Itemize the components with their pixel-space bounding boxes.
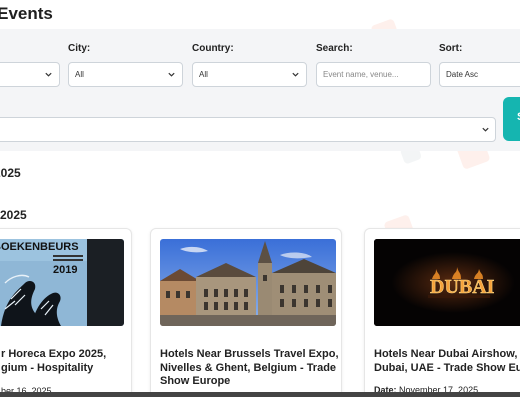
event-title-line: Show Europe xyxy=(160,375,231,387)
event-title[interactable]: r Horeca Expo 2025, gium - Hospitality xyxy=(1,348,131,375)
event-card[interactable]: BOEKENBEURS 2019 r Horeca Expo 2025, giu… xyxy=(0,228,132,397)
svg-text:BOEKENBEURS: BOEKENBEURS xyxy=(0,241,79,253)
search-placeholder: Event name, venue... xyxy=(323,70,399,79)
sort-select-value: Date Asc xyxy=(446,70,479,79)
country-select[interactable]: All xyxy=(192,62,307,87)
chevron-down-icon xyxy=(292,72,299,77)
country-label: Country: xyxy=(192,43,234,54)
dubai-fire-image: DUBAI xyxy=(374,239,520,326)
svg-text:DUBAI: DUBAI xyxy=(430,276,495,298)
city-select-value: All xyxy=(75,70,84,79)
city-label: City: xyxy=(68,43,91,54)
events-page: g Events City: All Country: All Search: … xyxy=(0,0,520,397)
chevron-down-icon xyxy=(168,72,175,77)
sort-label: Sort: xyxy=(439,43,463,54)
search-input[interactable]: Event name, venue... xyxy=(316,62,431,87)
event-title-line: Hotels Near Brussels Travel Expo, xyxy=(160,348,339,360)
city-select[interactable]: All xyxy=(68,62,183,87)
event-title-line: Hotels Near Dubai Airshow, xyxy=(374,348,518,360)
search-label: Search: xyxy=(316,43,353,54)
country-select-value: All xyxy=(199,70,208,79)
event-title[interactable]: Hotels Near Brussels Travel Expo, Nivell… xyxy=(160,348,341,389)
category-select[interactable] xyxy=(0,117,496,142)
chevron-down-icon xyxy=(45,72,52,77)
event-title[interactable]: Hotels Near Dubai Airshow, Dubai, UAE - … xyxy=(374,348,520,375)
event-card[interactable]: Hotels Near Brussels Travel Expo, Nivell… xyxy=(150,228,342,397)
event-title-line: Nivelles & Ghent, Belgium - Trade xyxy=(160,361,337,374)
search-button[interactable]: S xyxy=(503,97,520,141)
event-title-line: r Horeca Expo 2025, xyxy=(1,348,107,360)
event-title-line: Dubai, UAE - Trade Show Eu xyxy=(374,361,520,374)
boekenbeurs-poster-image: BOEKENBEURS 2019 xyxy=(0,239,124,326)
sort-select[interactable]: Date Asc xyxy=(439,62,520,87)
event-title-line: gium - Hospitality xyxy=(1,361,94,374)
town-hall-image xyxy=(160,239,336,326)
first-filter-select[interactable] xyxy=(0,62,60,87)
month-heading: 2025 xyxy=(0,166,21,180)
month-heading: 2025 xyxy=(0,208,27,222)
svg-text:2019: 2019 xyxy=(53,264,77,276)
event-card[interactable]: DUBAI Hotels Near Dubai Airshow, Dubai, … xyxy=(364,228,520,397)
chevron-down-icon xyxy=(482,127,489,132)
window-bottom-bar xyxy=(0,392,520,397)
page-title: g Events xyxy=(0,4,53,23)
